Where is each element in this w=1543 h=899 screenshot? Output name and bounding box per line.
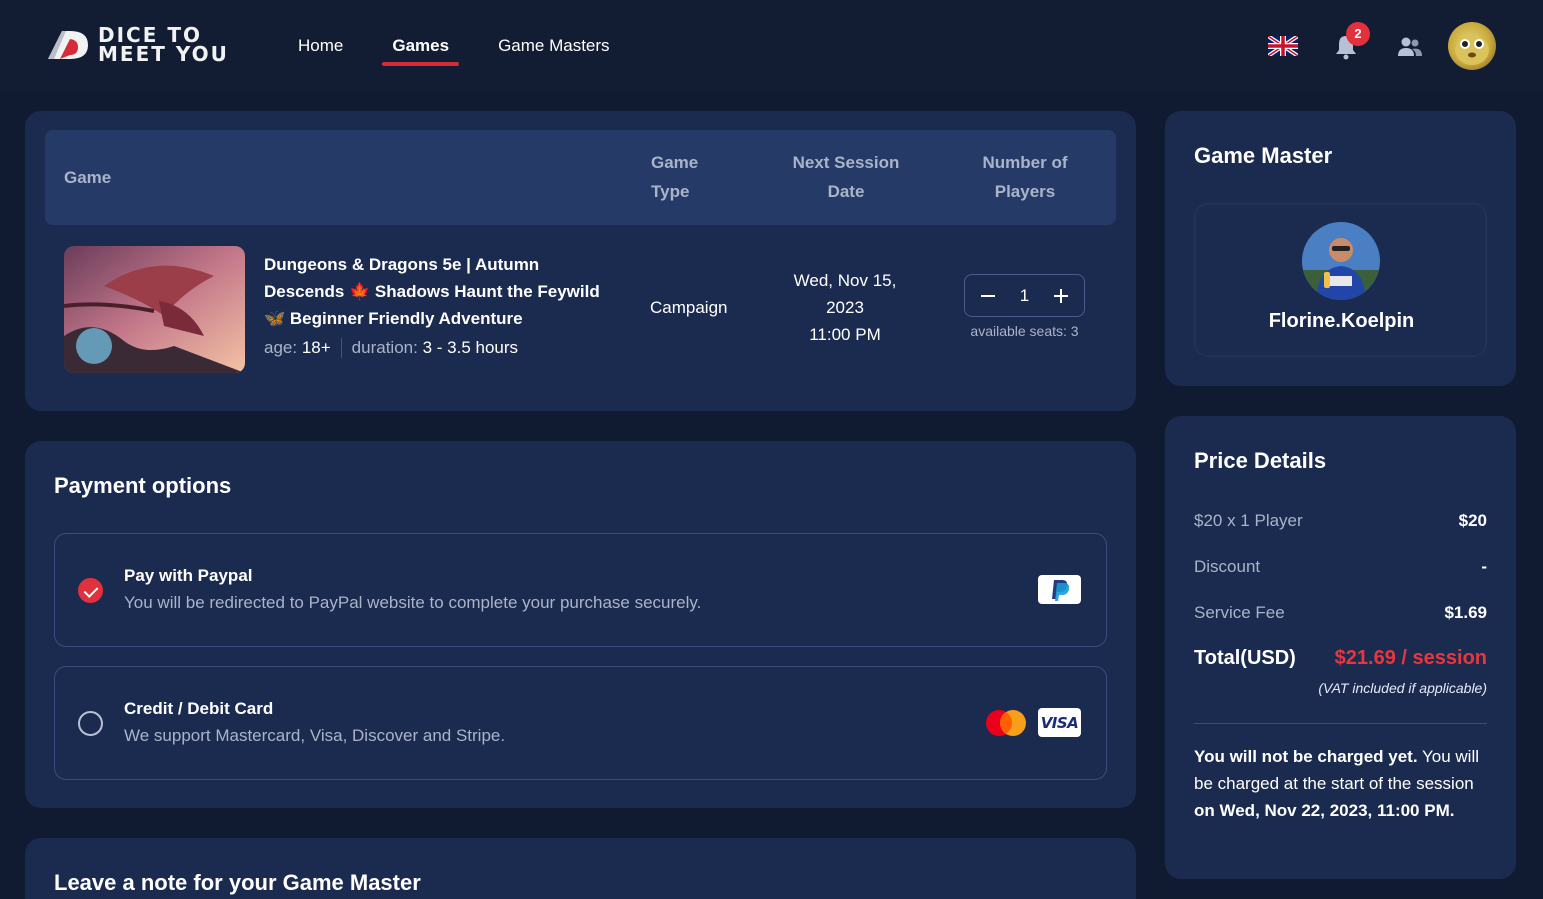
paypal-option-title: Pay with Paypal [124, 566, 253, 585]
payment-options-card: Payment options Pay with Paypal You will… [25, 441, 1136, 808]
available-seats: available seats: 3 [970, 323, 1079, 339]
visa-icon: VISA [1038, 708, 1081, 737]
notification-badge: 2 [1346, 22, 1370, 46]
price-row-discount-label: Discount [1194, 557, 1261, 576]
top-navigation-bar: DICE TO MEET YOU Home Games Game Masters… [0, 0, 1543, 92]
friends-icon[interactable] [1397, 36, 1423, 58]
col-header-game-type: Game Type [651, 148, 698, 206]
date-line1: Wed, Nov 15, [793, 271, 897, 290]
duration-value: 3 - 3.5 hours [422, 338, 519, 357]
next-session-date: Wed, Nov 15, 2023 11:00 PM [775, 267, 915, 348]
game-master-profile[interactable]: Florine.Koelpin [1194, 203, 1487, 357]
game-master-card: Game Master Florine.Koelpin [1165, 111, 1516, 386]
total-value: $21.69 / session [1334, 647, 1487, 669]
price-row-total: Total(USD) $21.69 / session [1194, 647, 1487, 670]
game-master-title: Game Master [1194, 143, 1333, 168]
dice-logo-icon [44, 27, 90, 63]
site-logo[interactable]: DICE TO MEET YOU [44, 25, 229, 66]
nav-games[interactable]: Games [382, 0, 459, 92]
nav-home[interactable]: Home [298, 0, 343, 92]
nav-game-masters[interactable]: Game Masters [498, 0, 609, 92]
price-row-service-fee-label: Service Fee [1194, 603, 1285, 622]
col-header-players-line2: Players [994, 182, 1056, 201]
price-row-service-fee: Service Fee $1.69 [1194, 603, 1487, 623]
paypal-option[interactable]: Pay with Paypal You will be redirected t… [54, 533, 1107, 647]
paypal-option-desc: You will be redirected to PayPal website… [124, 593, 702, 612]
meta-divider [340, 338, 342, 358]
game-type-value: Campaign [650, 298, 728, 317]
main-nav: Home Games Game Masters [298, 0, 659, 92]
charge-notice-date: on Wed, Nov 22, 2023, 11:00 PM. [1194, 801, 1455, 820]
card-radio[interactable] [78, 711, 103, 736]
price-row-service-fee-value: $1.69 [1444, 603, 1487, 622]
game-summary-card: Game Game Type Next Session Date Number … [25, 111, 1136, 411]
game-master-avatar[interactable] [1302, 222, 1380, 300]
charge-notice: You will not be charged yet. You will be… [1194, 743, 1487, 824]
price-details-title: Price Details [1194, 448, 1327, 473]
vat-note: (VAT included if applicable) [1318, 680, 1487, 696]
col-header-game: Game [64, 168, 112, 187]
table-header: Game Game Type Next Session Date Number … [45, 130, 1116, 225]
game-master-name[interactable]: Florine.Koelpin [1195, 310, 1488, 333]
user-avatar[interactable] [1448, 22, 1496, 70]
col-header-next-session: Next Session Date [776, 148, 916, 206]
price-details-card: Price Details $20 x 1 Player $20 Discoun… [1165, 416, 1516, 879]
col-header-next-session-line1: Next Session [792, 153, 900, 172]
price-row-discount-value: - [1481, 557, 1487, 576]
logo-wordmark: DICE TO MEET YOU [98, 25, 229, 66]
players-quantity-stepper: 1 [964, 274, 1085, 317]
game-meta: age: 18+ duration: 3 - 3.5 hours [264, 338, 518, 358]
paypal-radio[interactable] [78, 578, 103, 603]
price-row-players: $20 x 1 Player $20 [1194, 511, 1487, 531]
increment-button[interactable] [1052, 287, 1070, 305]
players-count: 1 [1019, 285, 1030, 305]
col-header-players-line1: Number of [982, 153, 1068, 172]
age-label: age: [264, 338, 298, 357]
date-line2: 2023 [826, 298, 864, 317]
card-option[interactable]: Credit / Debit Card We support Mastercar… [54, 666, 1107, 780]
note-title: Leave a note for your Game Master [54, 870, 421, 895]
age-value: 18+ [301, 338, 331, 357]
card-option-title: Credit / Debit Card [124, 699, 274, 718]
note-card: Leave a note for your Game Master [25, 838, 1136, 899]
game-title-line2: Descends 🍁 Shadows Haunt the Feywild [264, 282, 600, 301]
charge-notice-bold: You will not be charged yet. [1194, 747, 1418, 766]
decrement-button[interactable] [979, 287, 997, 305]
game-cover-image[interactable] [64, 246, 245, 373]
card-option-desc: We support Mastercard, Visa, Discover an… [124, 726, 506, 745]
col-header-next-session-line2: Date [827, 182, 865, 201]
game-title-line1: Dungeons & Dragons 5e | Autumn [264, 255, 540, 274]
game-title[interactable]: Dungeons & Dragons 5e | Autumn Descends … [264, 251, 614, 332]
logo-line-2: MEET YOU [98, 42, 229, 66]
total-label: Total(USD) [1194, 647, 1296, 669]
duration-label: duration: [351, 338, 418, 357]
uk-flag-icon[interactable] [1266, 34, 1300, 58]
price-row-players-value: $20 [1458, 511, 1487, 530]
paypal-icon [1038, 575, 1081, 604]
mastercard-icon [984, 709, 1028, 737]
col-header-game-type-line2: Type [651, 182, 690, 201]
visa-logo-text: VISA [1040, 713, 1079, 732]
col-header-game-type-line1: Game [651, 153, 699, 172]
price-row-discount: Discount - [1194, 557, 1487, 577]
payment-options-title: Payment options [54, 473, 232, 498]
col-header-players: Number of Players [955, 148, 1095, 206]
game-title-line3: 🦋 Beginner Friendly Adventure [264, 309, 523, 328]
price-divider [1194, 723, 1487, 724]
price-row-players-label: $20 x 1 Player [1194, 511, 1303, 530]
date-line3: 11:00 PM [809, 325, 881, 344]
